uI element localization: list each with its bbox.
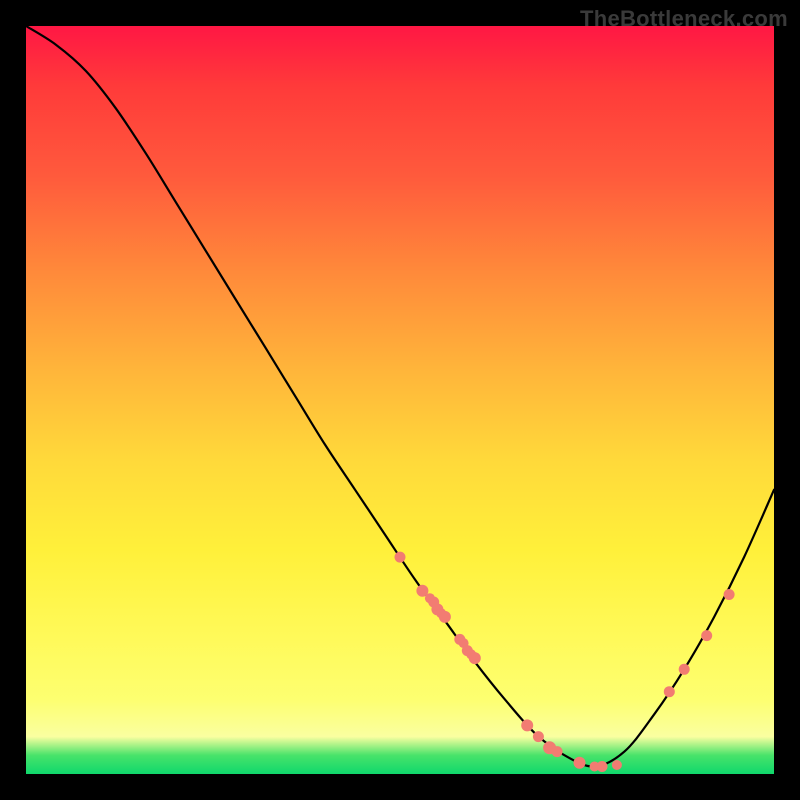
data-point	[612, 760, 622, 770]
data-point	[597, 761, 608, 772]
data-point	[533, 731, 544, 742]
bottleneck-curve	[26, 26, 774, 767]
data-point	[574, 757, 586, 769]
data-point	[552, 746, 563, 757]
data-point	[469, 652, 481, 664]
chart-svg	[26, 26, 774, 774]
data-point	[395, 552, 406, 563]
data-point	[679, 664, 690, 675]
curve-data-points	[395, 552, 735, 772]
data-point	[521, 719, 533, 731]
data-point	[664, 686, 675, 697]
data-point	[439, 611, 451, 623]
data-point	[701, 630, 712, 641]
data-point	[724, 589, 735, 600]
